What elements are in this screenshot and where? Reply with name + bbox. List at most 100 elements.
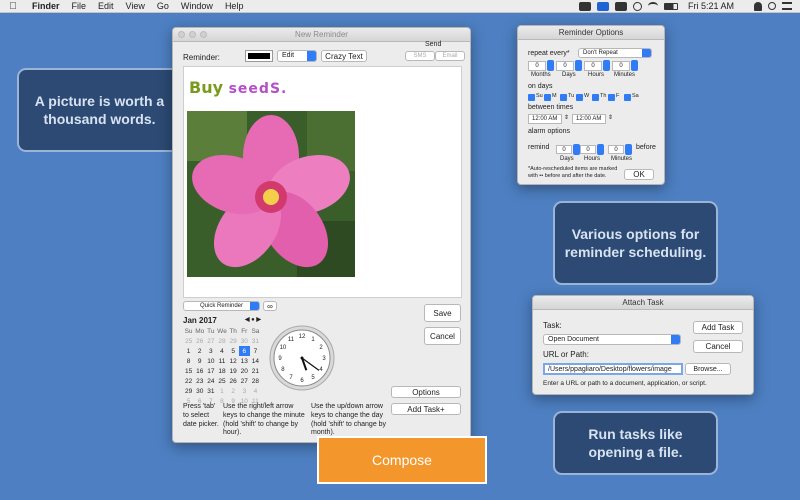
day-checkbox-w[interactable] (576, 94, 583, 101)
remind-hours-field[interactable]: 0 (580, 145, 596, 154)
calendar-day[interactable]: 8 (183, 356, 194, 366)
calendar-day[interactable]: 28 (250, 376, 261, 386)
calendar-day[interactable]: 25 (216, 376, 227, 386)
calendar-day[interactable]: 4 (250, 386, 261, 396)
calendar-day[interactable]: 31 (205, 386, 216, 396)
menubar-app-icon[interactable] (578, 1, 591, 11)
calendar-day[interactable]: 1 (183, 346, 194, 356)
calendar-day[interactable]: 31 (250, 336, 261, 346)
menu-go[interactable]: Go (151, 1, 175, 11)
start-time-stepper-icon[interactable]: ⇕ (564, 114, 569, 121)
remind-days-field[interactable]: 0 (556, 145, 572, 154)
menu-file[interactable]: File (66, 1, 93, 11)
calendar-day[interactable]: 22 (183, 376, 194, 386)
color-well[interactable] (245, 50, 273, 62)
remind-minutes-field[interactable]: 0 (608, 145, 624, 154)
day-checkbox-su[interactable] (528, 94, 535, 101)
spotlight-icon[interactable] (768, 2, 776, 10)
crazy-text-button[interactable]: Crazy Text (321, 50, 367, 62)
repeat-minutes-field[interactable]: 0 (612, 61, 630, 71)
calendar-day[interactable]: 15 (183, 366, 194, 376)
menu-view[interactable]: View (120, 1, 151, 11)
calendar-day[interactable]: 2 (228, 386, 239, 396)
menu-finder[interactable]: Finder (26, 1, 66, 11)
calendar-day[interactable]: 12 (228, 356, 239, 366)
calendar-day[interactable]: 27 (205, 336, 216, 346)
calendar-grid[interactable]: Su Mo Tu We Th Fr Sa 25 26 27 28 29 30 31 1 2 3 4 5 6 7 8 9 10… (183, 326, 261, 406)
repeat-months-field[interactable]: 0 (528, 61, 546, 71)
calendar-day[interactable]: 7 (250, 346, 261, 356)
calendar-day[interactable]: 1 (216, 386, 227, 396)
airplay-icon[interactable] (614, 1, 627, 11)
save-button[interactable]: Save (424, 304, 461, 322)
day-checkbox-tu[interactable] (560, 94, 567, 101)
day-checkbox-th[interactable] (592, 94, 599, 101)
apple-icon[interactable]:  (0, 1, 26, 12)
calendar-day[interactable]: 5 (228, 346, 239, 356)
task-popup[interactable]: Open Document (543, 334, 681, 345)
calendar-day[interactable]: 24 (205, 376, 216, 386)
cancel-button[interactable]: Cancel (424, 327, 461, 345)
repeat-months-stepper[interactable] (547, 60, 554, 71)
compose-button[interactable]: Compose (317, 436, 487, 484)
ok-button[interactable]: OK (624, 169, 654, 180)
calendar-day[interactable]: 23 (194, 376, 205, 386)
repeat-minutes-stepper[interactable] (631, 60, 638, 71)
repeat-hours-field[interactable]: 0 (584, 61, 602, 71)
calendar-day[interactable]: 28 (216, 336, 227, 346)
browse-button[interactable]: Browse... (685, 363, 731, 375)
calendar-day[interactable]: 29 (183, 386, 194, 396)
remind-hours-stepper[interactable] (597, 144, 604, 155)
calendar-day[interactable]: 30 (194, 386, 205, 396)
calendar-day[interactable]: 18 (216, 366, 227, 376)
menubar-clock[interactable]: Fri 5:21 AM (688, 1, 734, 11)
calendar-nav-icon[interactable]: ◀ ● ▶ (245, 316, 261, 325)
close-icon[interactable] (178, 31, 185, 38)
zoom-icon[interactable] (200, 31, 207, 38)
calendar-day[interactable]: 9 (194, 356, 205, 366)
date-picker[interactable]: Jan 2017 ◀ ● ▶ Su Mo Tu We Th Fr Sa 25 26 27 28 29… (183, 316, 261, 406)
sms-button[interactable]: SMS (405, 51, 435, 61)
calendar-day[interactable]: 21 (250, 366, 261, 376)
calendar-day[interactable]: 25 (183, 336, 194, 346)
calendar-day[interactable]: 30 (239, 336, 250, 346)
edit-popup[interactable]: Edit (277, 50, 317, 62)
day-checkbox-m[interactable] (544, 94, 551, 101)
end-time-stepper-icon[interactable]: ⇕ (608, 114, 613, 121)
menu-help[interactable]: Help (219, 1, 250, 11)
calendar-day[interactable]: 16 (194, 366, 205, 376)
attach-cancel-button[interactable]: Cancel (693, 340, 743, 353)
calendar-day[interactable]: 3 (239, 386, 250, 396)
end-time-field[interactable]: 12:00 AM (572, 114, 606, 124)
add-task-button[interactable]: Add Task+ (391, 403, 461, 415)
repeat-days-stepper[interactable] (575, 60, 582, 71)
wifi-icon[interactable] (647, 2, 658, 10)
options-button[interactable]: Options (391, 386, 461, 398)
calendar-day[interactable]: 6 (238, 346, 250, 356)
battery-icon[interactable] (663, 2, 678, 10)
email-button[interactable]: Email (435, 51, 465, 61)
analog-clock[interactable]: 1234567891011 12 (269, 325, 335, 391)
time-machine-icon[interactable] (632, 1, 642, 11)
remind-minutes-stepper[interactable] (625, 144, 632, 155)
calendar-day[interactable]: 19 (228, 366, 239, 376)
start-time-field[interactable]: 12:00 AM (528, 114, 562, 124)
calendar-day[interactable]: 13 (239, 356, 250, 366)
repeat-popup[interactable]: Don't Repeat (578, 48, 652, 58)
user-icon[interactable] (754, 1, 762, 11)
calendar-day[interactable]: 27 (239, 376, 250, 386)
calendar-day[interactable]: 26 (194, 336, 205, 346)
quick-reminder-popup[interactable]: Quick Reminder (183, 301, 260, 311)
remind-days-stepper[interactable] (573, 144, 580, 155)
day-checkbox-sa[interactable] (624, 94, 631, 101)
notification-center-icon[interactable] (782, 2, 792, 10)
calendar-day[interactable]: 29 (228, 336, 239, 346)
repeat-days-field[interactable]: 0 (556, 61, 574, 71)
day-checkbox-f[interactable] (608, 94, 615, 101)
calendar-day[interactable]: 2 (194, 346, 205, 356)
reminder-text-area[interactable]: Buy seedS. (183, 66, 462, 298)
calendar-day[interactable]: 14 (250, 356, 261, 366)
menu-edit[interactable]: Edit (92, 1, 120, 11)
calendar-day[interactable]: 4 (216, 346, 227, 356)
menubar-reminder-icon[interactable] (596, 1, 609, 11)
